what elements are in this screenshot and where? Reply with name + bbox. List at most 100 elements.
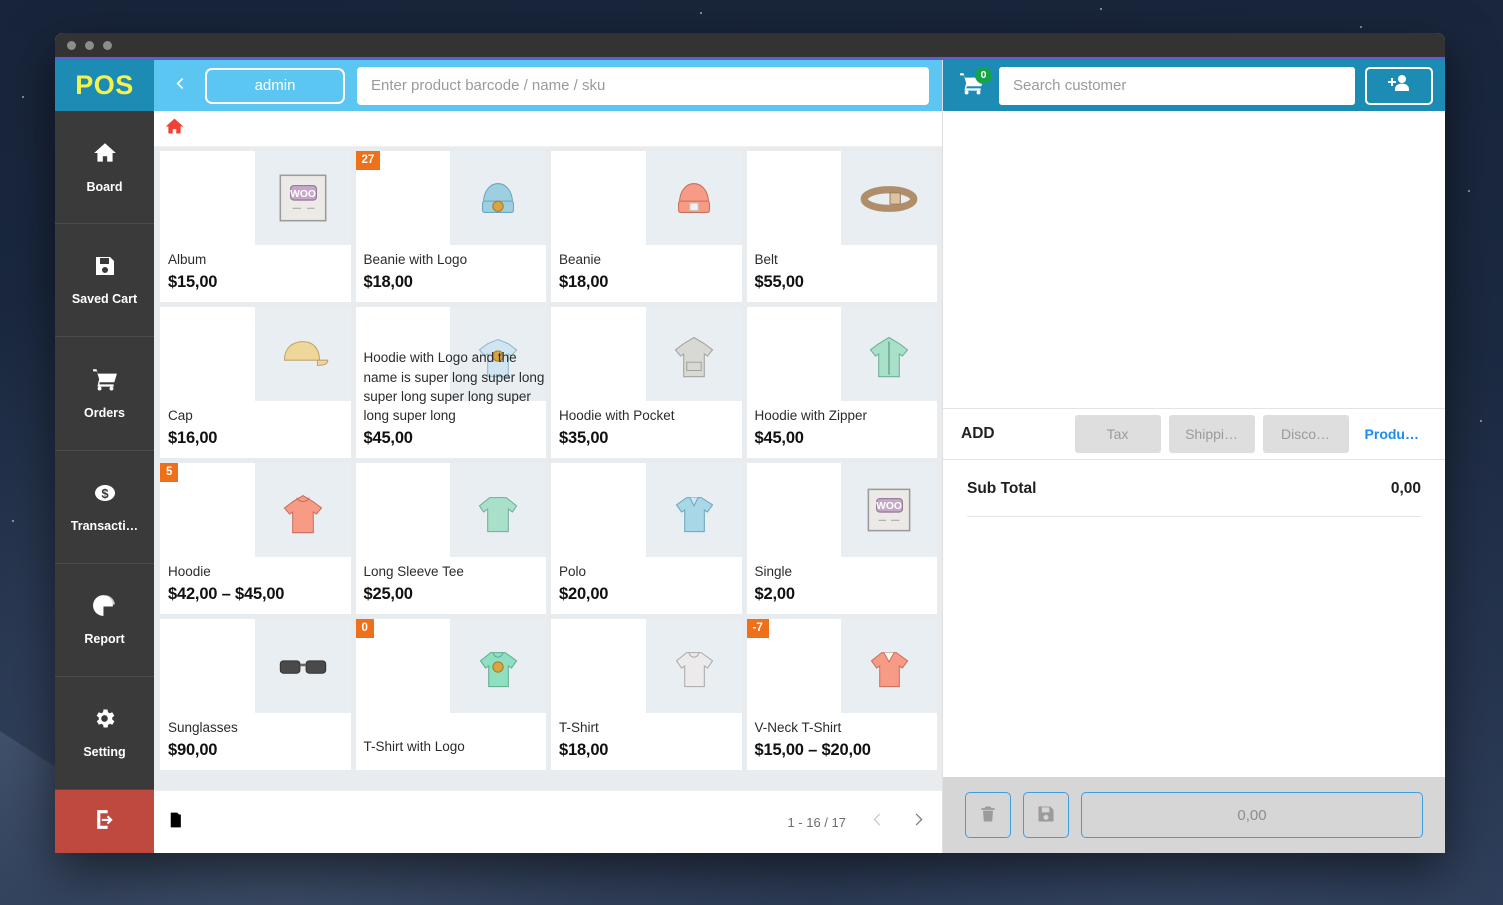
sidebar-item-label: Saved Cart (72, 292, 137, 306)
sidebar-item-setting[interactable]: Setting (55, 677, 154, 790)
product-meta: Long Sleeve Tee $25,00 (356, 562, 547, 614)
sidebar-item-label: Setting (83, 745, 125, 759)
sidebar-item-orders[interactable]: Orders (55, 337, 154, 450)
product-meta: Hoodie with Logo and the name is super l… (356, 348, 547, 458)
product-card[interactable]: Long Sleeve Tee $25,00 (356, 463, 547, 614)
user-button[interactable]: admin (205, 68, 345, 104)
product-price: $16,00 (168, 429, 343, 448)
pagination-bar: 1 - 16 / 17 (154, 790, 942, 853)
svg-text:$: $ (101, 486, 109, 501)
long-sleeve-icon (450, 463, 546, 557)
sidebar-nav: Board Saved Cart Orders $ (55, 111, 154, 790)
product-meta: Single $2,00 (747, 562, 938, 614)
main-topbar: admin (154, 60, 942, 111)
polo-icon (646, 463, 742, 557)
clear-cart-button[interactable] (965, 792, 1011, 838)
checkout-button[interactable]: 0,00 (1081, 792, 1423, 838)
product-name: Sunglasses (168, 718, 343, 737)
window-titlebar (55, 33, 1445, 57)
logout-button[interactable] (55, 790, 154, 853)
svg-text:WOO: WOO (876, 501, 902, 512)
product-price: $55,00 (755, 273, 930, 292)
app-window: POS Board Saved Cart (55, 33, 1445, 853)
product-price: $45,00 (755, 429, 930, 448)
product-price: $18,00 (559, 741, 734, 760)
beanie-icon (646, 151, 742, 245)
product-card[interactable]: Polo $20,00 (551, 463, 742, 614)
product-meta: Album $15,00 (160, 250, 351, 302)
product-meta: T-Shirt $18,00 (551, 718, 742, 770)
product-card[interactable]: Hoodie with Zipper $45,00 (747, 307, 938, 458)
product-card[interactable]: Hoodie with Pocket $35,00 (551, 307, 742, 458)
product-card[interactable]: 0 T-Shirt with Logo (356, 619, 547, 770)
pagination-next-button[interactable] (909, 810, 928, 834)
product-card[interactable]: WOO Album $15,00 (160, 151, 351, 302)
hoodie-zipper-icon (841, 307, 937, 401)
product-name: Cap (168, 406, 343, 425)
customer-search-input[interactable] (999, 67, 1355, 105)
hoodie-pocket-icon (646, 307, 742, 401)
product-card[interactable]: 5 Hoodie $42,00 – $45,00 (160, 463, 351, 614)
product-card[interactable]: WOO Single $2,00 (747, 463, 938, 614)
stock-badge: -7 (747, 619, 769, 638)
window-maximize-button[interactable] (103, 41, 112, 50)
product-price: $45,00 (364, 429, 539, 448)
window-close-button[interactable] (67, 41, 76, 50)
product-card[interactable]: Beanie $18,00 (551, 151, 742, 302)
add-discount-button[interactable]: Disco… (1263, 415, 1349, 453)
product-card[interactable]: Cap $16,00 (160, 307, 351, 458)
folder-icon[interactable] (168, 809, 190, 836)
pagination-prev-button[interactable] (868, 810, 887, 834)
product-card[interactable]: T-Shirt $18,00 (551, 619, 742, 770)
product-card[interactable]: Sunglasses $90,00 (160, 619, 351, 770)
cart-items-area (943, 111, 1445, 408)
product-price: $2,00 (755, 585, 930, 604)
add-customer-button[interactable] (1365, 67, 1433, 105)
product-card[interactable]: 27 Beanie with Logo $18,00 (356, 151, 547, 302)
save-cart-button[interactable] (1023, 792, 1069, 838)
product-name: Beanie (559, 250, 734, 269)
add-shipping-button[interactable]: Shippi… (1169, 415, 1255, 453)
hoodie-icon (255, 463, 351, 557)
home-icon (92, 140, 118, 171)
sidebar-item-saved-cart[interactable]: Saved Cart (55, 224, 154, 337)
window-minimize-button[interactable] (85, 41, 94, 50)
product-meta: Beanie $18,00 (551, 250, 742, 302)
single-icon: WOO (841, 463, 937, 557)
chevron-right-icon (909, 810, 928, 834)
product-price: $25,00 (364, 585, 539, 604)
tshirt-logo-icon (450, 619, 546, 713)
cart-action-bar: 0,00 (943, 777, 1445, 853)
pager: 1 - 16 / 17 (787, 810, 928, 834)
back-button[interactable] (167, 73, 193, 99)
product-name: V-Neck T-Shirt (755, 718, 930, 737)
person-add-icon (1387, 71, 1411, 100)
barcode-input[interactable] (357, 67, 929, 105)
sunglasses-icon (255, 619, 351, 713)
product-card[interactable]: Belt $55,00 (747, 151, 938, 302)
product-name: Hoodie with Pocket (559, 406, 734, 425)
product-price: $18,00 (364, 273, 539, 292)
add-tax-button[interactable]: Tax (1075, 415, 1161, 453)
product-card[interactable]: Hoodie with Logo and the name is super l… (356, 307, 547, 458)
chevron-left-icon (868, 810, 887, 834)
cap-icon (255, 307, 351, 401)
sidebar-item-transactions[interactable]: $ Transacti… (55, 451, 154, 564)
product-meta: Beanie with Logo $18,00 (356, 250, 547, 302)
product-meta: V-Neck T-Shirt $15,00 – $20,00 (747, 718, 938, 770)
add-product-button[interactable]: Produ… (1357, 415, 1427, 453)
sidebar-item-board[interactable]: Board (55, 111, 154, 224)
sidebar-item-label: Orders (84, 406, 125, 420)
product-meta: Belt $55,00 (747, 250, 938, 302)
product-card[interactable]: -7 V-Neck T-Shirt $15,00 – $20,00 (747, 619, 938, 770)
product-name: T-Shirt (559, 718, 734, 737)
vneck-icon (841, 619, 937, 713)
cart-button[interactable]: 0 (955, 69, 989, 103)
cart-pane: 0 ADD Tax Shippi… Disco… Produ… (942, 60, 1445, 853)
svg-text:WOO: WOO (290, 189, 316, 200)
sidebar-item-label: Report (84, 632, 124, 646)
sidebar-item-report[interactable]: Report (55, 564, 154, 677)
product-meta: Hoodie with Zipper $45,00 (747, 406, 938, 458)
home-icon[interactable] (164, 116, 185, 142)
product-name: Album (168, 250, 343, 269)
